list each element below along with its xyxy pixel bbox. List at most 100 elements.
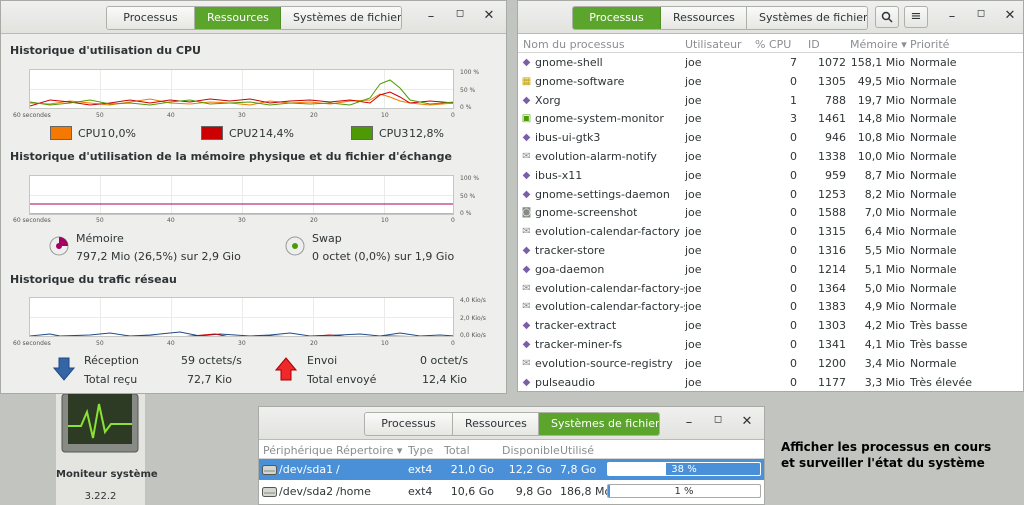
process-id: 1341 [818,338,846,351]
column-header-user[interactable]: Utilisateur [685,38,742,51]
harddisk-icon [262,465,277,478]
filesystem-row[interactable]: /dev/sda2/home ext4 10,6 Go 9,8 Go 186,8 Mo 1… [259,481,764,502]
receive-arrow-icon[interactable] [53,357,75,381]
tab-systemes-de-fichiers[interactable]: Systèmes de fichiers [747,7,867,29]
memory-pie-icon[interactable] [49,236,69,256]
app-card[interactable]: Moniteur système 3.22.2 [56,394,158,505]
fs-directory: / [336,463,340,476]
fs-type: ext4 [408,463,433,476]
process-memory: 158,1 Mio [850,56,905,69]
maximize-button[interactable]: ◻ [450,8,470,19]
fs-directory: /home [336,485,371,498]
diamond-icon: ◆ [522,320,531,332]
process-row[interactable]: ▣ gnome-system-monitor joe 3 1461 14,8 Mio Nor… [518,109,1023,128]
column-header-directory[interactable]: Répertoire ▾ [336,444,402,457]
search-button[interactable] [875,6,899,28]
column-header-priority[interactable]: Priorité [910,38,949,51]
cpu3-color-swatch[interactable] [351,126,373,140]
tab-processus[interactable]: Processus [107,7,195,29]
process-row[interactable]: ◆ gnome-settings-daemon joe 0 1253 8,2 Mio Nor… [518,185,1023,204]
diamond-icon: ◆ [522,245,531,256]
process-row[interactable]: ✉ evolution-calendar-factory-subpjoe 0 1383… [518,297,1023,316]
minimize-button[interactable]: – [679,415,699,430]
column-header-id[interactable]: ID [808,38,820,51]
tab-processus[interactable]: Processus [573,7,661,29]
process-priority: Normale [910,112,957,126]
tab-ressources[interactable]: Ressources [453,413,539,435]
cpu1-color-swatch[interactable] [50,126,72,140]
tab-ressources[interactable]: Ressources [195,7,281,29]
process-row[interactable]: ✉ evolution-calendar-factory joe 0 1315 6,4 M… [518,222,1023,241]
column-header-available[interactable]: Disponible [502,444,560,457]
memory-graph [29,175,454,215]
close-button[interactable]: ✕ [737,414,757,429]
process-user: joe [685,300,702,314]
process-id: 788 [825,93,846,107]
app-version: 3.22.2 [84,491,117,502]
cpu-x-tick: 50 [96,112,104,119]
memory-x-tick: 0 [451,217,455,224]
swap-pie-icon[interactable] [285,236,305,256]
maximize-button[interactable]: ◻ [971,8,991,19]
process-priority: Normale [910,131,957,145]
process-row[interactable]: ◆ goa-daemon joe 0 1214 5,1 Mio Normale [518,260,1023,279]
maximize-button[interactable]: ◻ [708,414,728,425]
process-row[interactable]: ✉ evolution-alarm-notify joe 0 1338 10,0 Mio N… [518,147,1023,166]
column-header-name[interactable]: Nom du processus [523,38,625,51]
minimize-button[interactable]: – [421,9,441,24]
process-row[interactable]: ◆ tracker-extract joe 0 1303 4,2 Mio Très bass… [518,316,1023,335]
column-header-type[interactable]: Type [408,444,433,457]
filesystem-row[interactable]: /dev/sda1/ ext4 21,0 Go 12,2 Go 7,8 Go 38 % [259,459,764,480]
cpu1-label: CPU1 [78,127,108,140]
process-row[interactable]: ◆ Xorg joe 1 788 19,7 Mio Normale [518,91,1023,110]
memory-graph-lines [30,203,453,214]
process-memory: 5,1 Mio [864,262,905,276]
column-header-cpu[interactable]: % CPU [755,38,791,51]
cpu-y-tick: 0 % [460,104,472,111]
filesystems-view-switcher: Processus Ressources Systèmes de fichier… [364,412,660,436]
tab-processus[interactable]: Processus [365,413,453,435]
process-priority: Normale [910,187,957,201]
send-arrow-icon[interactable] [275,357,297,381]
tab-systemes-de-fichiers[interactable]: Systèmes de fichiers [539,413,659,435]
process-memory: 4,9 Mio [864,300,905,314]
tab-systemes-de-fichiers[interactable]: Systèmes de fichiers [281,7,401,29]
close-button[interactable]: ✕ [1000,8,1020,23]
process-row[interactable]: ◆ tracker-miner-fs joe 0 1341 4,1 Mio Très bas… [518,335,1023,354]
process-row[interactable]: ✉ evolution-source-registry joe 0 1200 3,4 Mi… [518,354,1023,373]
swap-value: 0 octet (0,0%) sur 1,9 Gio [312,250,455,263]
cpu-y-tick: 50 % [460,87,476,94]
tab-ressources[interactable]: Ressources [661,7,747,29]
process-cpu: 0 [790,356,797,370]
column-header-total[interactable]: Total [444,444,470,457]
process-row[interactable]: ▦ gnome-software joe 0 1305 49,5 Mio Normale [518,72,1023,91]
usage-bar: 1 % [607,484,761,498]
process-row[interactable]: ◙ gnome-screenshot joe 0 1588 7,0 Mio Normale [518,203,1023,222]
process-memory: 3,4 Mio [864,356,905,370]
mail-icon: ✉ [522,357,531,369]
process-headerbar: Processus Ressources Systèmes de fichier… [518,1,1023,34]
minimize-button[interactable]: – [942,9,962,24]
column-header-used[interactable]: Utilisé [560,444,594,457]
column-header-memory[interactable]: Mémoire ▾ [850,38,907,51]
menu-button[interactable]: ≡ [904,6,928,28]
process-id: 1383 [818,300,846,314]
process-row[interactable]: ◆ ibus-ui-gtk3 joe 0 946 10,8 Mio Normale [518,128,1023,147]
cpu-x-tick: 0 [451,112,455,119]
process-row[interactable]: ◆ tracker-store joe 0 1316 5,5 Mio Normale [518,241,1023,260]
cpu2-color-swatch[interactable] [201,126,223,140]
resources-view-switcher: Processus Ressources Systèmes de fichier… [106,6,402,30]
process-row[interactable]: ◆ pulseaudio joe 0 1177 3,3 Mio Très élevée [518,373,1023,391]
process-row[interactable]: ◆ ibus-x11 joe 0 959 8,7 Mio Normale [518,166,1023,185]
process-row[interactable]: ◆ gnome-shell joe 7 1072 158,1 Mio Normale [518,53,1023,72]
cpu-x-tick: 30 [238,112,246,119]
column-header-device[interactable]: Périphérique [263,444,333,457]
process-user: joe [685,93,702,107]
process-cpu: 0 [790,225,797,239]
monitor-icon: ▣ [521,113,532,125]
fs-used: 186,8 Mo [560,485,612,498]
process-row[interactable]: ✉ evolution-calendar-factory-subpjoe 0 1364… [518,279,1023,298]
cpu-section-title: Historique d'utilisation du CPU [10,44,201,57]
close-button[interactable]: ✕ [479,8,499,23]
filesystems-headerbar: Processus Ressources Systèmes de fichier… [259,407,764,440]
